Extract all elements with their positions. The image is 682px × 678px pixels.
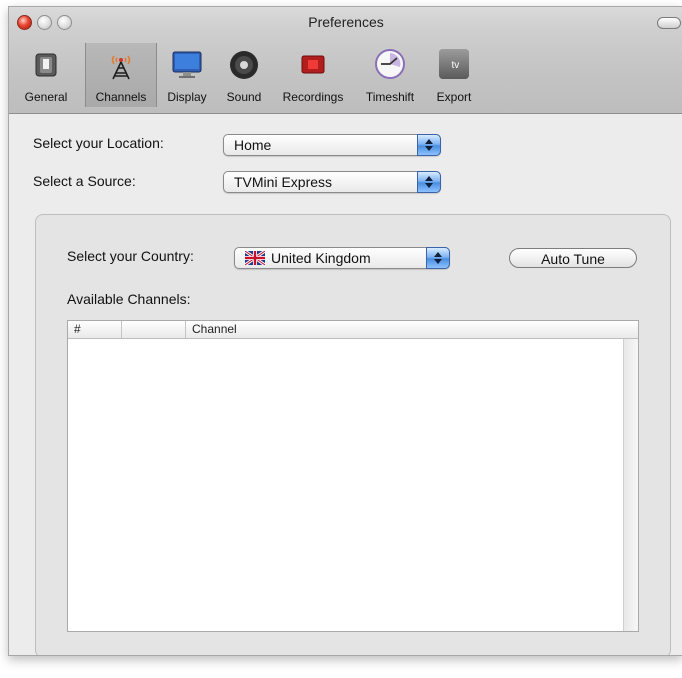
source-popup[interactable]: TVMini Express (223, 171, 441, 193)
tab-general-label: General (24, 90, 68, 104)
tab-display[interactable]: Display (159, 43, 215, 107)
column-header-channel[interactable]: Channel (192, 322, 237, 336)
tab-timeshift-label: Timeshift (365, 90, 415, 104)
tab-sound[interactable]: Sound (217, 43, 271, 107)
tab-recordings[interactable]: Recordings (271, 43, 355, 107)
source-label: Select a Source: (33, 173, 136, 189)
auto-tune-button[interactable]: Auto Tune (509, 248, 637, 268)
available-channels-heading: Available Channels: (67, 291, 191, 307)
tab-display-label: Display (167, 90, 207, 104)
country-popup[interactable]: United Kingdom (234, 247, 450, 269)
tab-channels[interactable]: Channels (85, 43, 157, 107)
tab-recordings-label: Recordings (282, 90, 344, 104)
chevron-updown-icon (426, 247, 450, 269)
country-label: Select your Country: (67, 248, 194, 264)
switch-icon (35, 53, 57, 77)
clock-icon (375, 49, 405, 79)
tab-sound-label: Sound (226, 90, 262, 104)
tab-general[interactable]: General (9, 43, 83, 107)
chevron-updown-icon (417, 171, 441, 193)
appletv-icon: tv (439, 49, 469, 79)
column-header-number[interactable]: # (74, 322, 81, 336)
column-divider (121, 321, 122, 338)
title-toolbar-bar: Preferences General Channels Display Sou… (9, 7, 682, 114)
source-value: TVMini Express (234, 174, 333, 190)
location-label: Select your Location: (33, 135, 164, 151)
tab-export-label: Export (436, 90, 472, 104)
preferences-window: Preferences General Channels Display Sou… (8, 6, 682, 656)
window-title: Preferences (308, 14, 384, 30)
tab-export[interactable]: tv Export (427, 43, 481, 107)
location-value: Home (234, 137, 272, 153)
location-popup[interactable]: Home (223, 134, 441, 156)
toolbar-toggle-button[interactable] (657, 17, 681, 29)
monitor-icon (172, 51, 202, 78)
column-divider (185, 321, 186, 338)
channels-table-header: # Channel (68, 321, 638, 339)
country-value: United Kingdom (271, 250, 371, 266)
uk-flag-icon (245, 251, 265, 265)
appletv-icon-text: tv (449, 60, 460, 71)
vertical-scrollbar[interactable] (623, 339, 638, 631)
tab-timeshift[interactable]: Timeshift (355, 43, 425, 107)
antenna-icon (111, 55, 131, 80)
record-icon (301, 55, 325, 74)
tab-channels-label: Channels (95, 90, 147, 104)
chevron-updown-icon (417, 134, 441, 156)
speaker-icon (230, 51, 258, 79)
channels-table[interactable]: # Channel (67, 320, 639, 632)
